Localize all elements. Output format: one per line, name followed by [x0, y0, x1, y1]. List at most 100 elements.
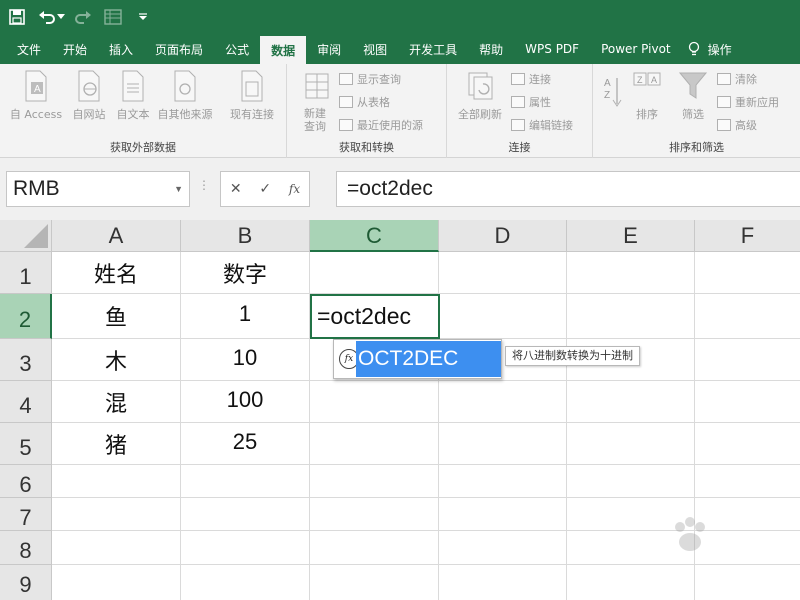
- name-box[interactable]: RMB ▼: [6, 171, 190, 207]
- cell-a4[interactable]: 混: [52, 381, 180, 422]
- from-access-button[interactable]: A 自 Access: [8, 70, 64, 122]
- clear-filter-icon: [717, 73, 731, 85]
- connections-button[interactable]: 连接: [511, 71, 551, 87]
- table-icon: [339, 96, 353, 108]
- tab-developer[interactable]: 开发工具: [398, 34, 468, 64]
- row-header-4[interactable]: 4: [0, 381, 52, 423]
- select-all-button[interactable]: [0, 220, 52, 252]
- advanced-button[interactable]: 高级: [717, 117, 757, 133]
- from-table-button[interactable]: 从表格: [339, 94, 390, 110]
- tab-help[interactable]: 帮助: [468, 34, 514, 64]
- group-get-transform: 新建 查询 显示查询 从表格 最近使用的源 获取和转换: [287, 64, 447, 158]
- tab-review[interactable]: 审阅: [306, 34, 352, 64]
- tab-wps-pdf[interactable]: WPS PDF: [514, 34, 590, 64]
- svg-text:A: A: [34, 84, 41, 95]
- filter-button[interactable]: 筛选: [673, 70, 713, 122]
- autocomplete-item-oct2dec[interactable]: fx OCT2DEC: [335, 341, 501, 377]
- enter-icon[interactable]: ✓: [259, 181, 271, 197]
- formula-bar: RMB ▼ ⋮ ✕ ✓ fx =oct2dec: [0, 158, 800, 220]
- cancel-icon[interactable]: ✕: [230, 181, 242, 197]
- cell-b2[interactable]: 1: [181, 294, 309, 334]
- column-header-e[interactable]: E: [567, 220, 695, 252]
- formula-input[interactable]: =oct2dec: [336, 171, 800, 207]
- sort-az-icon[interactable]: AZ: [601, 74, 623, 118]
- existing-connections-button[interactable]: 现有连接: [226, 70, 278, 122]
- show-queries-button[interactable]: 显示查询: [339, 71, 401, 87]
- function-tooltip: 将八进制数转换为十进制: [505, 346, 640, 366]
- from-other-sources-button[interactable]: 自其他来源: [154, 70, 216, 122]
- function-autocomplete-list: fx OCT2DEC: [333, 339, 502, 379]
- baidu-jingyan-watermark: [590, 515, 790, 585]
- row-header-5[interactable]: 5: [0, 423, 52, 465]
- new-query-button[interactable]: 新建 查询: [295, 70, 335, 133]
- autocomplete-function-name: OCT2DEC: [356, 341, 501, 377]
- tell-me-search[interactable]: 操作: [704, 34, 743, 64]
- active-cell-c2[interactable]: =oct2dec: [310, 294, 440, 339]
- row-header-9[interactable]: 9: [0, 565, 52, 600]
- new-query-icon: [295, 70, 335, 105]
- reapply-button[interactable]: 重新应用: [717, 94, 779, 110]
- group-get-external-data: A 自 Access 自网站 自文本 自其他来源 现有连接 获取外部数据: [0, 64, 287, 158]
- undo-dropdown-icon[interactable]: [56, 4, 66, 30]
- from-web-button[interactable]: 自网站: [68, 70, 110, 122]
- column-header-c[interactable]: C: [310, 220, 439, 252]
- customize-dropdown-icon[interactable]: [130, 4, 156, 30]
- gridline: [52, 497, 800, 498]
- group-title-sort-filter: 排序和筛选: [669, 141, 724, 154]
- tab-view[interactable]: 视图: [352, 34, 398, 64]
- group-title-get-external: 获取外部数据: [110, 141, 176, 154]
- cell-b1[interactable]: 数字: [181, 252, 309, 293]
- row-header-1[interactable]: 1: [0, 252, 52, 294]
- tab-power-pivot[interactable]: Power Pivot: [590, 34, 682, 64]
- insert-function-icon[interactable]: fx: [289, 182, 300, 196]
- svg-text:Z: Z: [604, 90, 610, 101]
- name-box-dropdown-icon[interactable]: ▼: [174, 172, 183, 206]
- formula-bar-grip-icon[interactable]: ⋮: [198, 178, 210, 192]
- row-header-8[interactable]: 8: [0, 531, 52, 565]
- cell-a2[interactable]: 鱼: [52, 294, 180, 338]
- recent-sources-button[interactable]: 最近使用的源: [339, 117, 423, 133]
- column-header-f[interactable]: F: [695, 220, 800, 252]
- edit-links-icon: [511, 119, 525, 131]
- tab-page-layout[interactable]: 页面布局: [144, 34, 214, 64]
- refresh-all-button[interactable]: 全部刷新: [453, 70, 507, 122]
- ribbon-body: A 自 Access 自网站 自文本 自其他来源 现有连接 获取外部数据 新建 …: [0, 64, 800, 158]
- clear-button[interactable]: 清除: [717, 71, 757, 87]
- save-icon[interactable]: [4, 4, 30, 30]
- svg-text:A: A: [604, 78, 611, 89]
- tab-data[interactable]: 数据: [260, 36, 307, 64]
- text-file-icon: [112, 70, 154, 106]
- row-header-2[interactable]: 2: [0, 294, 52, 339]
- access-icon: A: [8, 70, 64, 106]
- tab-insert[interactable]: 插入: [98, 34, 144, 64]
- column-header-a[interactable]: A: [52, 220, 181, 252]
- group-sort-filter: AZ ZA 排序 筛选 清除 重新应用 高级 排序和筛选: [593, 64, 800, 158]
- form-icon[interactable]: [100, 4, 126, 30]
- properties-button[interactable]: 属性: [511, 94, 551, 110]
- column-header-b[interactable]: B: [181, 220, 310, 252]
- title-bar: [0, 0, 800, 34]
- cell-a3[interactable]: 木: [52, 339, 180, 380]
- cell-b3[interactable]: 10: [181, 339, 309, 377]
- lightbulb-icon[interactable]: [682, 34, 704, 64]
- from-text-button[interactable]: 自文本: [112, 70, 154, 122]
- cell-b5[interactable]: 25: [181, 423, 309, 461]
- sort-icon: ZA: [627, 70, 667, 106]
- tab-file[interactable]: 文件: [0, 34, 52, 64]
- column-header-d[interactable]: D: [439, 220, 567, 252]
- row-header-6[interactable]: 6: [0, 465, 52, 498]
- advanced-filter-icon: [717, 119, 731, 131]
- tab-formulas[interactable]: 公式: [214, 34, 260, 64]
- redo-icon[interactable]: [70, 4, 96, 30]
- sort-button[interactable]: ZA 排序: [627, 70, 667, 122]
- formula-buttons: ✕ ✓ fx: [220, 171, 310, 207]
- edit-links-button[interactable]: 编辑链接: [511, 117, 573, 133]
- cell-a1[interactable]: 姓名: [52, 252, 180, 293]
- cell-b4[interactable]: 100: [181, 381, 309, 419]
- tab-home[interactable]: 开始: [52, 34, 98, 64]
- cell-a5[interactable]: 猪: [52, 423, 180, 464]
- row-header-7[interactable]: 7: [0, 498, 52, 531]
- web-icon: [68, 70, 110, 106]
- row-header-3[interactable]: 3: [0, 339, 52, 381]
- reapply-icon: [717, 96, 731, 108]
